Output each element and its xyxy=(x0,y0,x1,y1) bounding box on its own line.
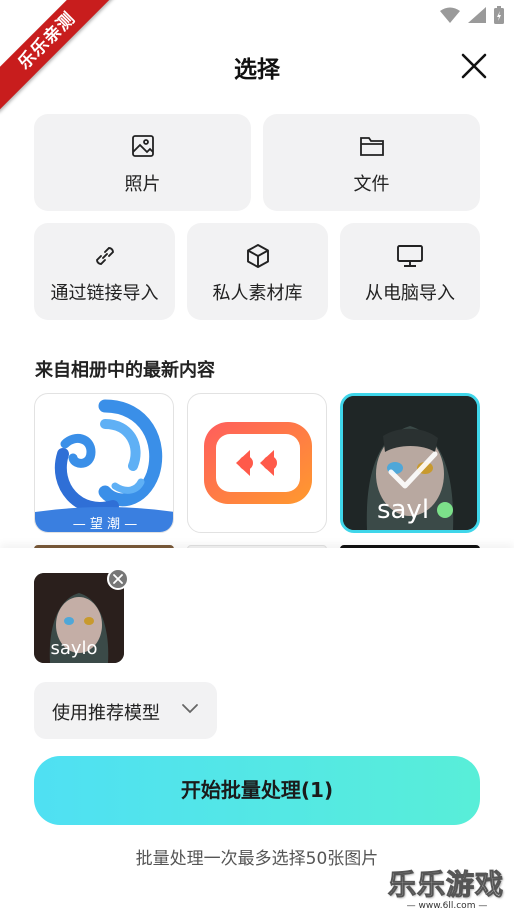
monitor-icon xyxy=(397,245,423,267)
photo-option-label: 照片 xyxy=(124,174,161,195)
header: 选择 xyxy=(0,40,514,94)
app-logo-wangchao: — 望 潮 — xyxy=(35,399,173,532)
watermark-text: 乐乐游戏 xyxy=(388,868,505,902)
cube-icon xyxy=(246,244,269,268)
private-library-button[interactable]: 私人素材库 xyxy=(187,223,328,320)
private-library-label: 私人素材库 xyxy=(212,283,303,304)
file-option-label: 文件 xyxy=(353,174,390,195)
folder-icon xyxy=(359,137,384,156)
pc-import-button[interactable]: 从电脑导入 xyxy=(340,223,480,320)
watermark-logo: 乐乐游戏 — www.6ll.com — xyxy=(388,863,506,912)
link-icon xyxy=(95,247,114,265)
chevron-down-icon xyxy=(182,704,198,714)
svg-text:— 望 潮 —: — 望 潮 — xyxy=(73,516,137,532)
recent-thumb-wangchao[interactable]: — 望 潮 — xyxy=(34,393,174,533)
link-import-button[interactable]: 通过链接导入 xyxy=(34,223,175,320)
photo-option-button[interactable]: 照片 xyxy=(34,114,251,211)
recent-thumb-saylo[interactable]: sayl xyxy=(340,393,480,533)
remove-selected-button[interactable] xyxy=(107,568,129,590)
selected-thumb-label: saylo xyxy=(50,638,97,659)
start-batch-button[interactable]: 开始批量处理(1) xyxy=(34,756,480,825)
battery-charging-icon xyxy=(494,6,504,24)
link-import-label: 通过链接导入 xyxy=(50,283,159,304)
page-title: 选择 xyxy=(234,57,280,83)
model-select-value: 使用推荐模型 xyxy=(52,703,160,724)
image-icon xyxy=(131,135,154,157)
signal-icon xyxy=(468,7,486,23)
anime-portrait: sayl xyxy=(343,396,477,530)
pc-import-label: 从电脑导入 xyxy=(365,283,455,304)
recent-section-title: 来自相册中的最新内容 xyxy=(35,360,215,381)
wifi-icon xyxy=(440,7,460,23)
svg-text:sayl: sayl xyxy=(377,495,429,525)
app-logo-red-chat xyxy=(204,422,312,504)
model-select-dropdown[interactable]: 使用推荐模型 xyxy=(34,682,217,739)
bottom-sheet: saylo 使用推荐模型 开始批量处理(1) 批量处理一次最多选择50张图片 xyxy=(0,548,514,915)
recent-thumb-red-app[interactable] xyxy=(187,393,327,533)
start-batch-label: 开始批量处理(1) xyxy=(180,778,334,802)
close-icon xyxy=(113,574,123,584)
close-icon[interactable] xyxy=(460,52,488,80)
file-option-button[interactable]: 文件 xyxy=(263,114,480,211)
